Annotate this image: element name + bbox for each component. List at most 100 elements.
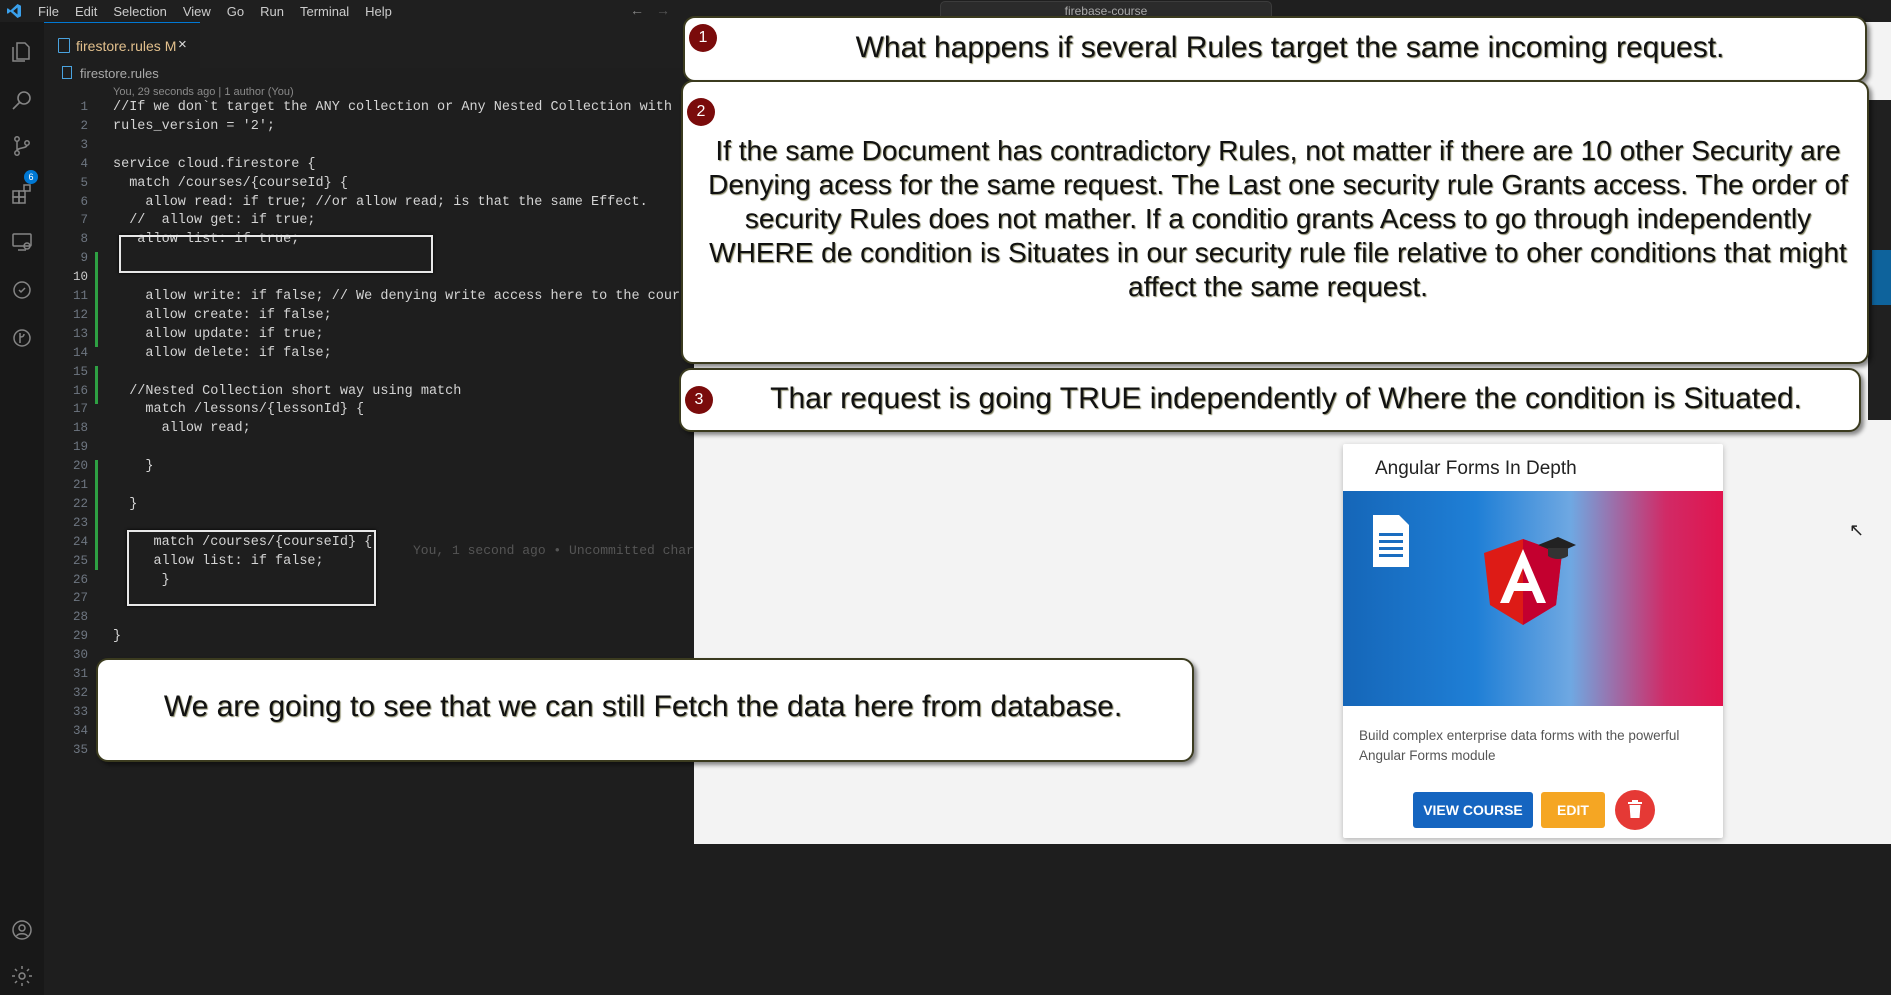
highlight-box-allow-list-true	[119, 235, 433, 273]
code-line[interactable]: 18 allow read;	[44, 421, 694, 440]
angular-logo-icon	[1484, 537, 1576, 625]
code-line[interactable]: 3	[44, 138, 694, 157]
menu-selection[interactable]: Selection	[105, 4, 174, 19]
breadcrumb[interactable]: firestore.rules	[62, 66, 159, 81]
extensions-icon[interactable]	[10, 182, 34, 206]
activity-bar: 6	[0, 22, 44, 995]
line-number: 29	[72, 629, 88, 644]
line-number: 35	[72, 742, 88, 757]
code-line[interactable]: 6 allow read: if true; //or allow read; …	[44, 195, 694, 214]
callout-text: If the same Document has contradictory R…	[708, 135, 1848, 302]
remote-explorer-icon[interactable]	[10, 230, 34, 254]
callout-2: 2 If the same Document has contradictory…	[681, 80, 1869, 364]
back-arrow-icon[interactable]: ←	[630, 2, 644, 18]
delete-button[interactable]	[1615, 790, 1655, 830]
code-text: allow update: if true;	[113, 326, 324, 342]
search-icon[interactable]	[10, 88, 34, 112]
callout-text: What happens if several Rules target the…	[855, 31, 1725, 64]
tab-firestore-rules[interactable]: firestore.rules M ×	[44, 22, 200, 69]
highlight-box-match-courses	[127, 530, 376, 606]
line-number: 9	[80, 251, 88, 266]
line-number: 33	[72, 704, 88, 719]
code-line[interactable]: 17 match /lessons/{lessonId} {	[44, 402, 694, 421]
callout-3: 3 Thar request is going TRUE independent…	[679, 368, 1861, 432]
code-text: allow read: if true; //or allow read; is…	[113, 194, 648, 210]
right-edge-highlight	[1872, 250, 1891, 305]
code-line[interactable]: 5 match /courses/{courseId} {	[44, 176, 694, 195]
code-line[interactable]: 19	[44, 440, 694, 459]
code-line[interactable]: 4 service cloud.firestore {	[44, 157, 694, 176]
explorer-icon[interactable]	[10, 40, 34, 64]
file-icon	[58, 38, 70, 53]
account-icon[interactable]	[10, 918, 34, 942]
file-icon	[62, 66, 72, 79]
code-text: match /courses/{courseId} {	[113, 175, 348, 191]
breadcrumb-file[interactable]: firestore.rules	[80, 66, 159, 81]
source-control-icon[interactable]	[10, 134, 34, 158]
code-line[interactable]: 7 // allow get: if true;	[44, 213, 694, 232]
line-number: 10	[72, 270, 88, 285]
line-number: 26	[72, 572, 88, 587]
forward-arrow-icon[interactable]: →	[656, 2, 670, 18]
menu-run[interactable]: Run	[252, 4, 292, 19]
menu-view[interactable]: View	[175, 4, 219, 19]
line-number: 6	[80, 194, 88, 209]
line-number: 8	[80, 232, 88, 247]
line-number: 21	[72, 478, 88, 492]
line-number: 31	[72, 667, 88, 681]
line-number: 18	[72, 421, 88, 436]
course-title: Angular Forms In Depth	[1375, 458, 1577, 479]
close-icon[interactable]: ×	[178, 36, 187, 53]
line-number: 30	[72, 648, 88, 663]
code-line[interactable]: 14 allow delete: if false;	[44, 346, 694, 365]
code-line[interactable]: 1 //If we don`t target the ANY collection…	[44, 100, 712, 119]
code-line[interactable]: 16 //Nested Collection short way using m…	[44, 384, 694, 403]
code-line[interactable]: 11 allow write: if false; // We denying …	[44, 289, 704, 308]
code-line[interactable]: 2 rules_version = '2';	[44, 119, 694, 138]
settings-gear-icon[interactable]	[10, 964, 34, 988]
callout-number: 3	[685, 386, 713, 414]
testing-icon[interactable]	[10, 278, 34, 302]
tab-label: firestore.rules M	[76, 38, 177, 54]
trash-icon	[1628, 799, 1642, 818]
line-number: 11	[72, 289, 88, 303]
code-text: allow write: if false; // We denying wri…	[113, 289, 705, 304]
callout-1: 1 What happens if several Rules target t…	[683, 16, 1867, 82]
line-number: 24	[72, 534, 88, 549]
course-card: Angular Forms In Depth Build complex ent…	[1343, 444, 1723, 838]
line-number: 22	[72, 496, 88, 511]
menu-edit[interactable]: Edit	[67, 4, 105, 19]
view-course-button[interactable]: VIEW COURSE	[1413, 792, 1533, 828]
code-text: }	[113, 629, 122, 645]
line-number: 23	[72, 515, 88, 530]
line-number: 20	[72, 459, 88, 474]
git-graph-icon[interactable]	[10, 326, 34, 350]
code-line[interactable]: 13 allow update: if true;	[44, 327, 694, 346]
callout-number: 1	[689, 24, 717, 52]
code-line[interactable]: 15	[44, 365, 694, 384]
code-line[interactable]: 22 }	[44, 497, 694, 516]
menu-go[interactable]: Go	[219, 4, 252, 19]
inline-blame: You, 1 second ago • Uncommitted char	[413, 543, 694, 558]
code-line[interactable]: 20 }	[44, 459, 694, 478]
code-line[interactable]: 12 allow create: if false;	[44, 308, 694, 327]
code-line[interactable]: 21	[44, 478, 694, 497]
line-number: 15	[72, 364, 88, 379]
mouse-cursor-icon: ↖	[1849, 520, 1865, 540]
code-text: //Nested Collection short way using matc…	[113, 383, 462, 399]
edit-button[interactable]: EDIT	[1541, 792, 1605, 828]
menu-help[interactable]: Help	[357, 4, 400, 19]
line-number: 2	[80, 118, 88, 133]
callout-text: We are going to see that we can still Fe…	[163, 690, 1123, 723]
line-number: 5	[80, 175, 88, 190]
codelens-blame[interactable]: You, 29 seconds ago | 1 author (You)	[113, 86, 294, 98]
code-line[interactable]: 29}	[44, 629, 694, 648]
code-text: rules_version = '2';	[113, 118, 276, 134]
code-text: }	[113, 459, 154, 475]
course-description: Build complex enterprise data forms with…	[1359, 728, 1680, 763]
line-number: 25	[72, 553, 88, 568]
menu-terminal[interactable]: Terminal	[292, 4, 357, 19]
line-number: 34	[72, 723, 88, 738]
menu-file[interactable]: File	[30, 4, 67, 19]
code-line[interactable]: 28	[44, 610, 694, 629]
